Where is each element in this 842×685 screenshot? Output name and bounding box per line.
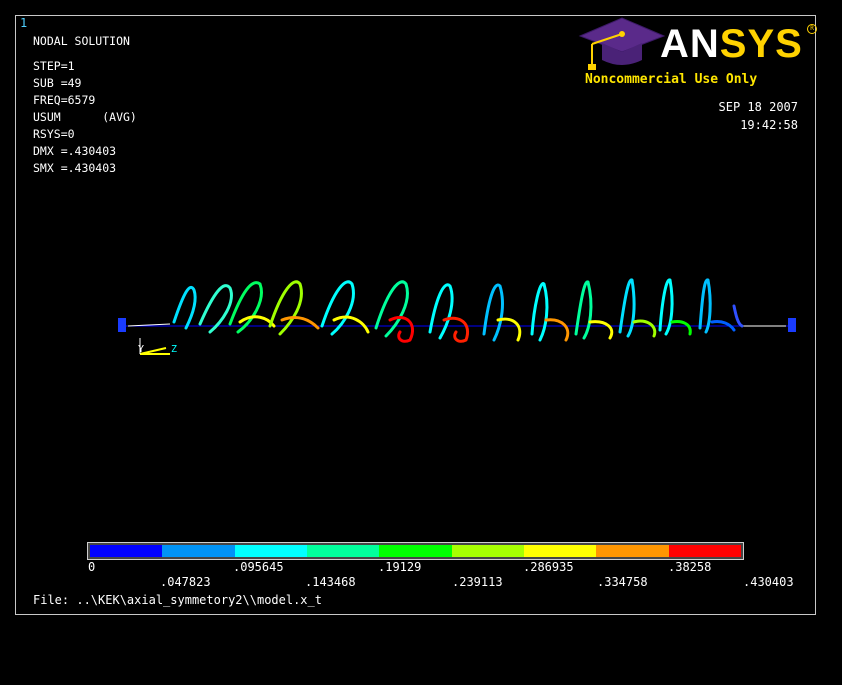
legend-band-6 [451, 545, 524, 557]
legend-band-7 [523, 545, 597, 557]
left-end-block [118, 318, 126, 332]
registered-mark: R [807, 24, 817, 34]
legend-band-3 [234, 545, 307, 557]
triad-z-label: Z [171, 344, 177, 355]
legend-band-4 [306, 545, 380, 557]
info-rsys: RSYS=0 [33, 127, 75, 141]
info-step: STEP=1 [33, 59, 75, 73]
legend-label-top-5: .38258 [668, 560, 712, 574]
time-label: 19:42:58 [740, 118, 798, 132]
graduation-cap-icon [578, 17, 666, 70]
info-title: NODAL SOLUTION [33, 34, 130, 48]
legend-label-top-2: .095645 [233, 560, 284, 574]
ansys-wordmark: ANSYS [660, 22, 803, 66]
contour-legend-bar [87, 542, 744, 560]
legend-label-bottom-5: .430403 [743, 575, 794, 589]
legend-label-bottom-3: .239113 [452, 575, 503, 589]
info-smx: SMX =.430403 [33, 161, 117, 175]
legend-label-top-3: .19129 [378, 560, 422, 574]
window-number: 1 [20, 16, 28, 30]
info-usum: USUM (AVG) [33, 110, 137, 124]
legend-band-9 [668, 545, 741, 557]
right-end-block [788, 318, 796, 332]
legend-label-bottom-1: .047823 [160, 575, 211, 589]
legend-label-bottom-2: .143468 [305, 575, 356, 589]
legend-label-top-1: 0 [88, 560, 96, 574]
info-freq: FREQ=6579 [33, 93, 96, 107]
date-label: SEP 18 2007 [718, 100, 798, 114]
legend-label-bottom-4: .334758 [597, 575, 648, 589]
legend-band-5 [379, 545, 452, 557]
info-dmx: DMX =.430403 [33, 144, 117, 158]
legend-band-8 [596, 545, 669, 557]
noncommercial-label: Noncommercial Use Only [585, 72, 758, 87]
triad-y-label: Y [138, 344, 144, 355]
legend-label-top-4: .286935 [523, 560, 574, 574]
deformed-model-plot: Y Z [118, 278, 796, 355]
coordinate-triad: Y Z [138, 338, 177, 355]
legend-band-2 [162, 545, 235, 557]
legend-band-1 [90, 545, 163, 557]
info-sub: SUB =49 [33, 76, 82, 90]
file-path-label: File: ..\KEK\axial_symmetory2\\model.x_t [33, 593, 322, 607]
